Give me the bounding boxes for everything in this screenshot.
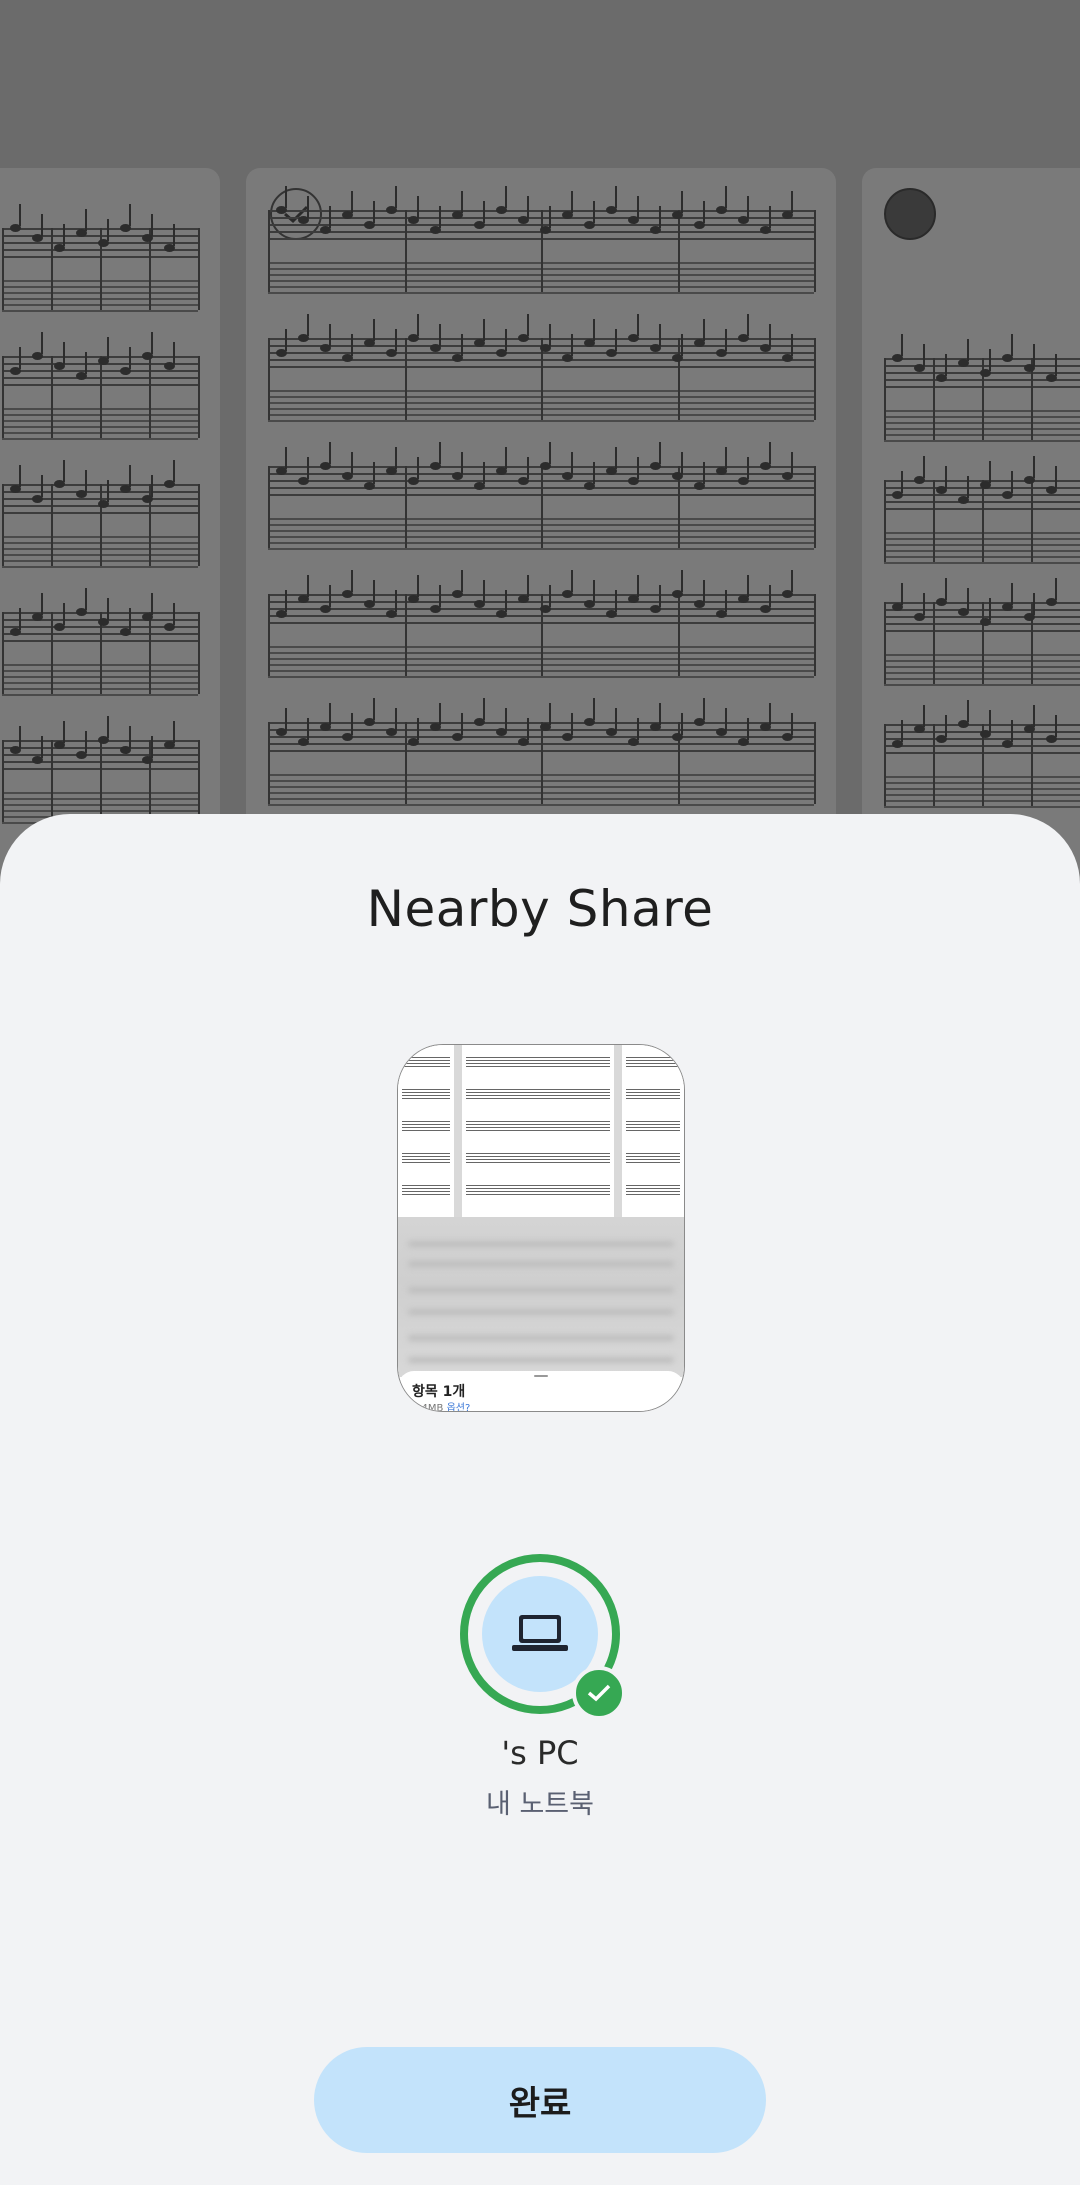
staff-system [2,204,200,328]
share-preview-thumbnail: 항목 1개 1.4MB 옵션? [397,1044,685,1412]
staff-system [268,570,816,694]
staff-system [884,578,1080,702]
music-page-thumbnail[interactable] [0,168,220,908]
preview-gallery-strip [398,1045,684,1217]
staff-system [268,698,816,822]
preview-blurred-area [398,1217,684,1377]
laptop-icon [512,1615,568,1651]
staff-system [884,334,1080,458]
staff-system [884,456,1080,580]
staff-system [2,332,200,456]
staff-system [2,588,200,712]
sheet-title: Nearby Share [366,880,714,938]
staff-system [268,442,816,566]
preview-link: 옵션? [446,1403,471,1412]
nearby-share-sheet: Nearby Share 항목 1개 1.4MB 옵션? 's PC 내 노트북… [0,814,1080,2185]
device-type-label: 내 노트북 [486,1789,594,1820]
background-gallery [0,0,1080,908]
preview-item-count: 항목 1개 [412,1384,466,1400]
staff-system [2,460,200,584]
preview-sub-text: 1.4MB 옵션? [412,1399,471,1412]
preview-share-panel: 항목 1개 1.4MB 옵션? [398,1371,684,1411]
preview-handle [534,1375,548,1377]
music-page-thumbnail[interactable] [862,168,1080,908]
check-icon [572,1666,626,1720]
staff-system [268,314,816,438]
target-device[interactable] [460,1554,626,1720]
staff-system [884,700,1080,824]
select-circle-icon[interactable] [884,188,936,240]
staff-system [268,186,816,310]
done-button[interactable]: 완료 [314,2047,766,2153]
device-name: 's PC [501,1734,579,1772]
music-page-thumbnail-selected[interactable] [246,168,836,908]
preview-size: 1.4MB [412,1403,444,1412]
